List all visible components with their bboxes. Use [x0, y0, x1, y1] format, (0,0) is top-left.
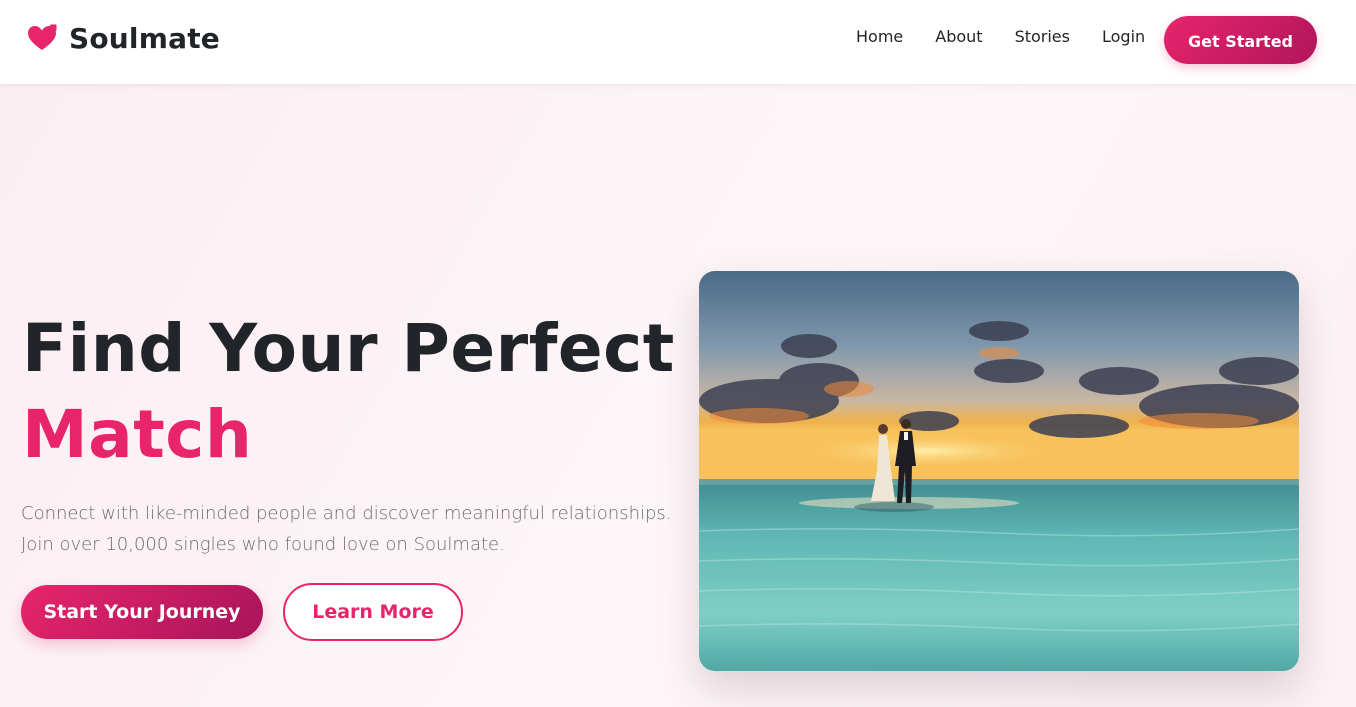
site-header: Soulmate Home About Stories Login Get St…: [0, 0, 1356, 84]
start-journey-button[interactable]: Start Your Journey: [21, 585, 263, 639]
couple-on-beach-at-sunset-photo: [699, 271, 1299, 671]
hero-subtitle-line1: Connect with like-minded people and disc…: [21, 503, 672, 524]
brand-name: Soulmate: [69, 22, 220, 55]
hero-title-line1: Find Your Perfect: [22, 310, 675, 387]
nav-link-login[interactable]: Login: [1102, 27, 1145, 47]
hero-title: Find Your Perfect Match: [22, 306, 675, 478]
hero-image: [699, 271, 1299, 671]
nav-link-stories[interactable]: Stories: [1015, 27, 1070, 47]
hero-title-accent: Match: [22, 396, 253, 473]
get-started-button[interactable]: Get Started: [1164, 16, 1317, 64]
nav-link-home[interactable]: Home: [856, 27, 903, 47]
brand-logo[interactable]: Soulmate: [27, 22, 220, 55]
learn-more-button[interactable]: Learn More: [283, 583, 463, 641]
hero-subtitle-line2: Join over 10,000 singles who found love …: [21, 534, 505, 555]
hero-subtitle: Connect with like-minded people and disc…: [21, 498, 681, 560]
main-nav: Home About Stories Login: [856, 27, 1177, 47]
heart-arrow-icon: [28, 24, 57, 50]
nav-link-about[interactable]: About: [935, 27, 982, 47]
